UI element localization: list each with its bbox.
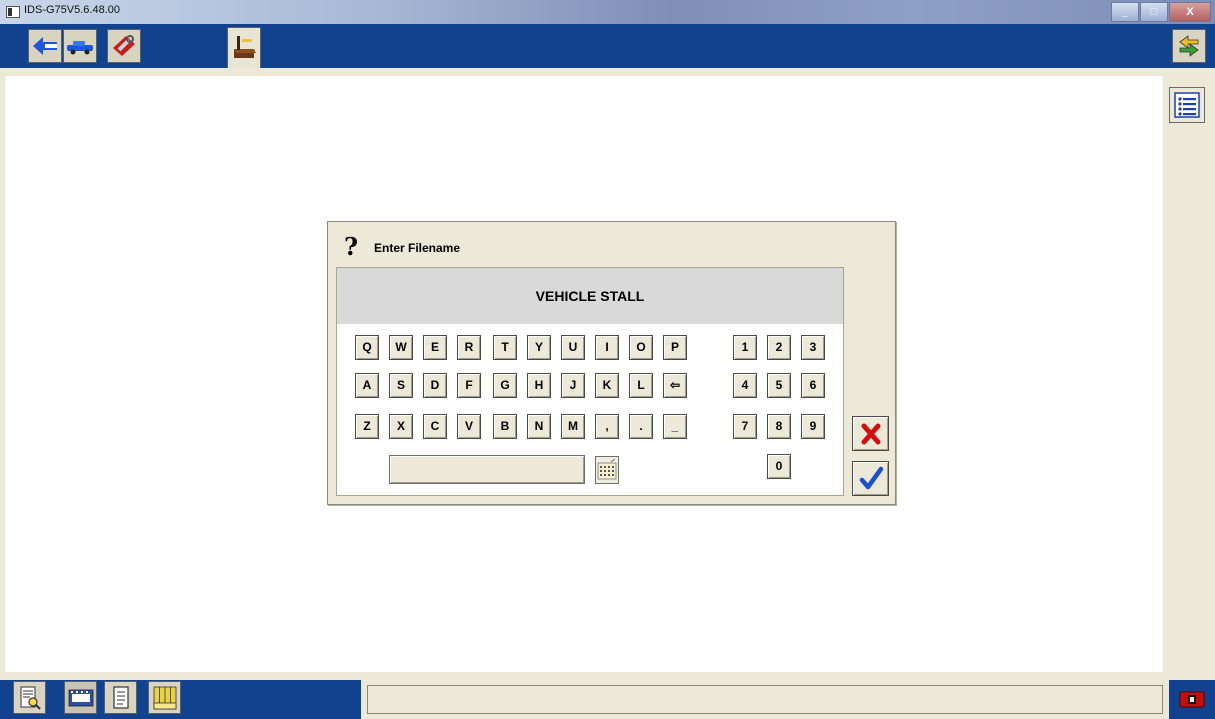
document-button[interactable] — [104, 681, 137, 714]
keyboard-panel: VEHICLE STALL Q W E R T Y U I O P A S D … — [336, 267, 844, 496]
key-3[interactable]: 3 — [801, 335, 825, 360]
list-icon — [1174, 92, 1200, 118]
key-5[interactable]: 5 — [767, 373, 791, 398]
key-9[interactable]: 9 — [801, 414, 825, 439]
keyboard-icon — [597, 459, 617, 480]
key-6[interactable]: 6 — [801, 373, 825, 398]
key-g[interactable]: G — [493, 373, 517, 398]
enter-filename-dialog: ? Enter Filename VEHICLE STALL Q W E R T… — [327, 221, 896, 505]
key-u[interactable]: U — [561, 335, 585, 360]
key-c[interactable]: C — [423, 414, 447, 439]
minimize-button[interactable]: _ — [1111, 2, 1139, 22]
key-backspace[interactable]: ⇦ — [663, 373, 687, 398]
key-8[interactable]: 8 — [767, 414, 791, 439]
search-document-icon — [20, 686, 41, 710]
space-bar[interactable] — [389, 455, 585, 484]
key-o[interactable]: O — [629, 335, 653, 360]
key-w[interactable]: W — [389, 335, 413, 360]
key-y[interactable]: Y — [527, 335, 551, 360]
back-button[interactable] — [28, 29, 62, 63]
key-t[interactable]: T — [493, 335, 517, 360]
dialog-title: Enter Filename — [374, 241, 461, 255]
toolbox-button[interactable] — [107, 29, 141, 63]
vehicle-button[interactable] — [63, 29, 97, 63]
window-controls: _ □ X — [1110, 2, 1211, 22]
key-d[interactable]: D — [423, 373, 447, 398]
key-underscore[interactable]: _ — [663, 414, 687, 439]
key-f[interactable]: F — [457, 373, 481, 398]
workstation-icon — [234, 36, 256, 58]
film-strip-icon — [68, 689, 93, 706]
swap-arrows-icon — [1179, 35, 1199, 57]
status-text — [367, 685, 1163, 714]
key-x[interactable]: X — [389, 414, 413, 439]
key-2[interactable]: 2 — [767, 335, 791, 360]
key-7[interactable]: 7 — [733, 414, 757, 439]
toolbox-icon — [113, 35, 135, 56]
back-arrow-icon — [33, 37, 57, 55]
key-q[interactable]: Q — [355, 335, 379, 360]
key-l[interactable]: L — [629, 373, 653, 398]
key-m[interactable]: M — [561, 414, 585, 439]
key-s[interactable]: S — [389, 373, 413, 398]
key-r[interactable]: R — [457, 335, 481, 360]
key-k[interactable]: K — [595, 373, 619, 398]
bottom-toolbar — [0, 680, 1215, 719]
window-title: IDS-G75V5.6.48.00 — [24, 4, 121, 16]
film-strip-button[interactable] — [64, 681, 97, 714]
top-toolbar — [0, 24, 1215, 68]
exit-button[interactable] — [1177, 684, 1207, 714]
ok-button[interactable] — [852, 461, 889, 496]
key-n[interactable]: N — [527, 414, 551, 439]
checkmark-icon — [859, 466, 883, 489]
cancel-button[interactable] — [852, 416, 889, 451]
key-period[interactable]: . — [629, 414, 653, 439]
window-title-bar: IDS-G75V5.6.48.00 _ □ X — [0, 0, 1215, 24]
vehicle-icon — [67, 41, 93, 55]
abcd-columns-button[interactable] — [148, 681, 181, 714]
key-i[interactable]: I — [595, 335, 619, 360]
app-icon — [6, 6, 20, 18]
key-4[interactable]: 4 — [733, 373, 757, 398]
key-comma[interactable]: , — [595, 414, 619, 439]
key-1[interactable]: 1 — [733, 335, 757, 360]
keyboard-toggle-button[interactable] — [595, 456, 619, 484]
key-e[interactable]: E — [423, 335, 447, 360]
close-button[interactable]: X — [1169, 2, 1211, 22]
swap-button[interactable] — [1172, 29, 1206, 63]
key-z[interactable]: Z — [355, 414, 379, 439]
document-icon — [112, 685, 129, 709]
tab-workstation[interactable] — [227, 27, 261, 68]
filename-input[interactable]: VEHICLE STALL — [337, 268, 843, 324]
maximize-button[interactable]: □ — [1140, 2, 1168, 22]
key-j[interactable]: J — [561, 373, 585, 398]
exit-icon — [1179, 691, 1205, 708]
abcd-columns-icon — [153, 686, 176, 709]
status-bar — [361, 680, 1169, 719]
key-h[interactable]: H — [527, 373, 551, 398]
question-icon: ? — [344, 232, 359, 261]
cross-icon — [861, 423, 880, 444]
key-0[interactable]: 0 — [767, 454, 791, 479]
key-b[interactable]: B — [493, 414, 517, 439]
key-a[interactable]: A — [355, 373, 379, 398]
key-v[interactable]: V — [457, 414, 481, 439]
search-document-button[interactable] — [13, 681, 46, 714]
list-menu-button[interactable] — [1169, 87, 1205, 123]
key-p[interactable]: P — [663, 335, 687, 360]
